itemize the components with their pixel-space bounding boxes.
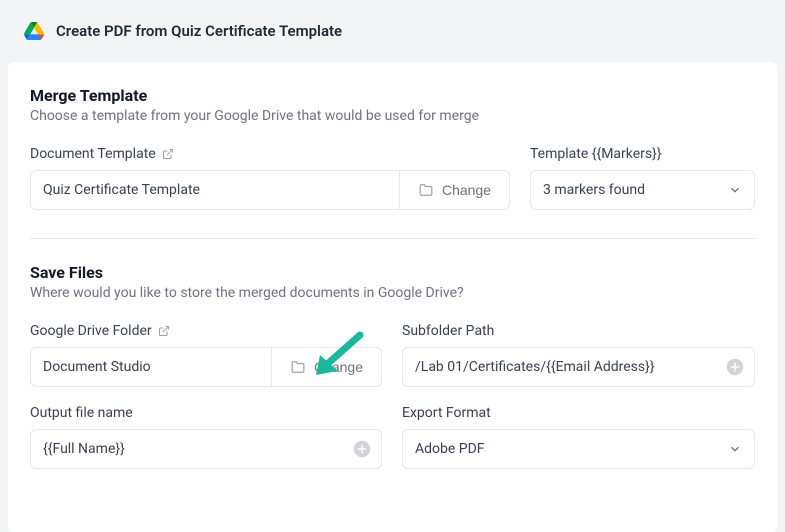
plus-circle-icon[interactable] [353,440,371,458]
merge-template-subtitle: Choose a template from your Google Drive… [30,108,755,124]
save-files-title: Save Files [30,263,755,282]
document-template-label: Document Template [30,146,510,162]
change-folder-button[interactable]: Change [272,347,382,387]
document-template-input[interactable]: Quiz Certificate Template [30,170,400,210]
output-filename-input[interactable]: {{Full Name}} [30,429,382,469]
subfolder-path-input[interactable]: /Lab 01/Certificates/{{Email Address}} [402,347,755,387]
drive-folder-label: Google Drive Folder [30,323,382,339]
change-template-button[interactable]: Change [400,170,510,210]
google-drive-icon [24,22,44,40]
folder-icon [290,360,306,374]
plus-circle-icon[interactable] [726,358,744,376]
drive-folder-input[interactable]: Document Studio [30,347,272,387]
subfolder-path-label: Subfolder Path [402,323,755,339]
chevron-down-icon [728,442,742,456]
template-markers-value: 3 markers found [543,182,645,198]
document-template-label-text: Document Template [30,146,156,162]
export-format-select[interactable]: Adobe PDF [402,429,755,469]
drive-folder-label-text: Google Drive Folder [30,323,152,339]
output-filename-value: {{Full Name}} [43,441,125,457]
export-format-label: Export Format [402,405,755,421]
main-card: Merge Template Choose a template from yo… [8,62,777,532]
save-files-subtitle: Where would you like to store the merged… [30,285,755,301]
template-markers-select[interactable]: 3 markers found [530,170,755,210]
merge-template-title: Merge Template [30,86,755,105]
folder-icon [418,183,434,197]
external-link-icon[interactable] [158,325,170,337]
divider [30,238,755,239]
output-filename-label: Output file name [30,405,382,421]
page-title: Create PDF from Quiz Certificate Templat… [56,22,342,40]
template-markers-label: Template {{Markers}} [530,146,755,162]
change-folder-label: Change [314,359,363,375]
subfolder-path-value: /Lab 01/Certificates/{{Email Address}} [415,359,655,375]
chevron-down-icon [728,183,742,197]
header-bar: Create PDF from Quiz Certificate Templat… [0,0,785,62]
change-template-label: Change [442,182,491,198]
export-format-value: Adobe PDF [415,441,485,457]
external-link-icon[interactable] [162,148,174,160]
